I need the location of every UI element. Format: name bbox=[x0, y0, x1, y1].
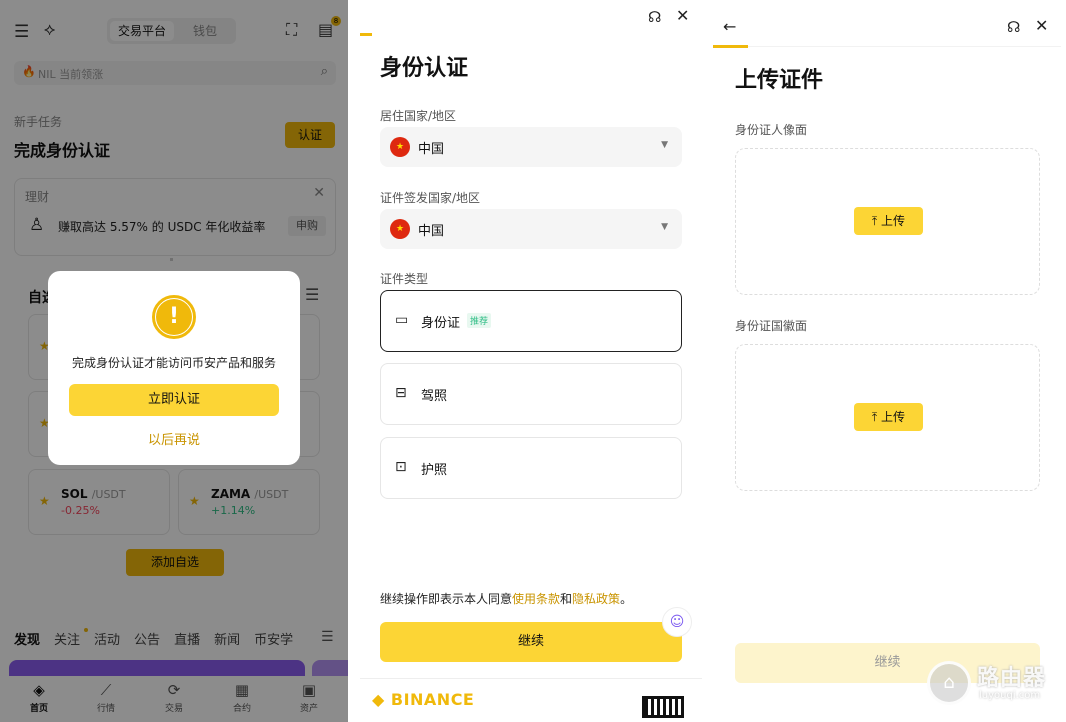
page-title: 上传证件 bbox=[735, 68, 824, 93]
issuer-label: 证件签发国家/地区 bbox=[380, 191, 481, 205]
progress-bar bbox=[713, 45, 748, 48]
residence-label: 居住国家/地区 bbox=[380, 109, 457, 123]
gutter bbox=[348, 0, 360, 722]
agreement-and: 和 bbox=[560, 592, 573, 606]
verify-modal: ! 完成身份认证才能访问币安产品和服务 立即认证 以后再说 bbox=[48, 271, 300, 465]
doc-label: 身份证 bbox=[421, 316, 461, 331]
verify-now-button[interactable]: 立即认证 bbox=[69, 384, 279, 416]
close-icon[interactable]: ✕ bbox=[676, 6, 689, 25]
binance-logo: ◆ BINANCE bbox=[372, 690, 475, 709]
doc-type-label: 证件类型 bbox=[380, 272, 429, 286]
upload-document-screen: ← ☊ ✕ 上传证件 身份证人像面 ⤒ 上传 身份证国徽面 ⤒ 上传 继续 ⌂ … bbox=[713, 0, 1066, 722]
back-label: 身份证国徽面 bbox=[735, 319, 808, 333]
headset-icon[interactable]: ☊ bbox=[648, 8, 661, 26]
car-icon: ⊟ bbox=[395, 385, 407, 401]
gutter bbox=[702, 0, 713, 722]
brand-name: BINANCE bbox=[390, 690, 475, 709]
continue-button[interactable]: 继续 bbox=[380, 622, 682, 662]
upload-back-button[interactable]: ⤒ 上传 bbox=[854, 403, 923, 431]
divider bbox=[360, 678, 702, 679]
page-title: 身份认证 bbox=[380, 56, 469, 81]
back-arrow-icon[interactable]: ← bbox=[723, 17, 736, 36]
agreement-text: 继续操作即表示本人同意使用条款和隐私政策。 bbox=[380, 590, 632, 607]
upload-front-button[interactable]: ⤒ 上传 bbox=[854, 207, 923, 235]
assistant-icon[interactable]: ☺ bbox=[662, 607, 692, 637]
identity-verification-screen: ☊ ✕ 身份认证 居住国家/地区 ★ 中国 ▼ 证件签发国家/地区 ★ 中国 ▼… bbox=[360, 0, 702, 722]
doc-label: 护照 bbox=[421, 463, 448, 478]
modal-message: 完成身份认证才能访问币安产品和服务 bbox=[71, 356, 276, 370]
qr-code-icon bbox=[642, 696, 684, 718]
screenshot-root: ☰ ⟡ 交易平台 钱包 ⛶ ▤ 8 🔥 NIL 当前领涨 ⌕ 新手任务 完成身份… bbox=[0, 0, 1066, 722]
watermark-url: luyouqi.com bbox=[979, 690, 1041, 701]
divider bbox=[748, 46, 1061, 47]
caret-down-icon: ▼ bbox=[661, 140, 668, 150]
doc-option-passport[interactable]: ⊡ 护照 bbox=[380, 437, 682, 499]
front-label: 身份证人像面 bbox=[735, 123, 808, 137]
doc-label: 驾照 bbox=[421, 389, 448, 404]
doc-option-drivers-license[interactable]: ⊟ 驾照 bbox=[380, 363, 682, 425]
upload-label: 上传 bbox=[881, 214, 906, 228]
doc-option-id-card[interactable]: ▭ 身份证 推荐 bbox=[380, 290, 682, 352]
progress-bar bbox=[360, 33, 372, 36]
home-screen: ☰ ⟡ 交易平台 钱包 ⛶ ▤ 8 🔥 NIL 当前领涨 ⌕ 新手任务 完成身份… bbox=[0, 0, 348, 722]
router-watermark-icon: ⌂ bbox=[927, 661, 971, 705]
headset-icon[interactable]: ☊ bbox=[1007, 18, 1020, 36]
caret-down-icon: ▼ bbox=[661, 222, 668, 232]
privacy-link[interactable]: 隐私政策 bbox=[572, 592, 620, 606]
watermark-text: 路由器 bbox=[977, 666, 1047, 691]
upload-label: 上传 bbox=[881, 410, 906, 424]
back-upload-area[interactable]: ⤒ 上传 bbox=[735, 344, 1040, 491]
later-button[interactable]: 以后再说 bbox=[48, 429, 300, 448]
front-upload-area[interactable]: ⤒ 上传 bbox=[735, 148, 1040, 295]
warning-icon: ! bbox=[156, 299, 192, 335]
recommended-badge: 推荐 bbox=[467, 313, 492, 328]
agreement-period: 。 bbox=[620, 592, 633, 606]
residence-select[interactable]: ★ 中国 ▼ bbox=[380, 127, 682, 167]
issuer-value: 中国 bbox=[418, 224, 445, 239]
issuer-select[interactable]: ★ 中国 ▼ bbox=[380, 209, 682, 249]
residence-value: 中国 bbox=[418, 142, 445, 157]
terms-link[interactable]: 使用条款 bbox=[512, 592, 560, 606]
passport-icon: ⊡ bbox=[395, 459, 407, 475]
agreement-prefix: 继续操作即表示本人同意 bbox=[380, 592, 513, 606]
china-flag-icon: ★ bbox=[390, 219, 410, 239]
id-card-icon: ▭ bbox=[395, 312, 409, 328]
china-flag-icon: ★ bbox=[390, 137, 410, 157]
close-icon[interactable]: ✕ bbox=[1035, 16, 1048, 35]
